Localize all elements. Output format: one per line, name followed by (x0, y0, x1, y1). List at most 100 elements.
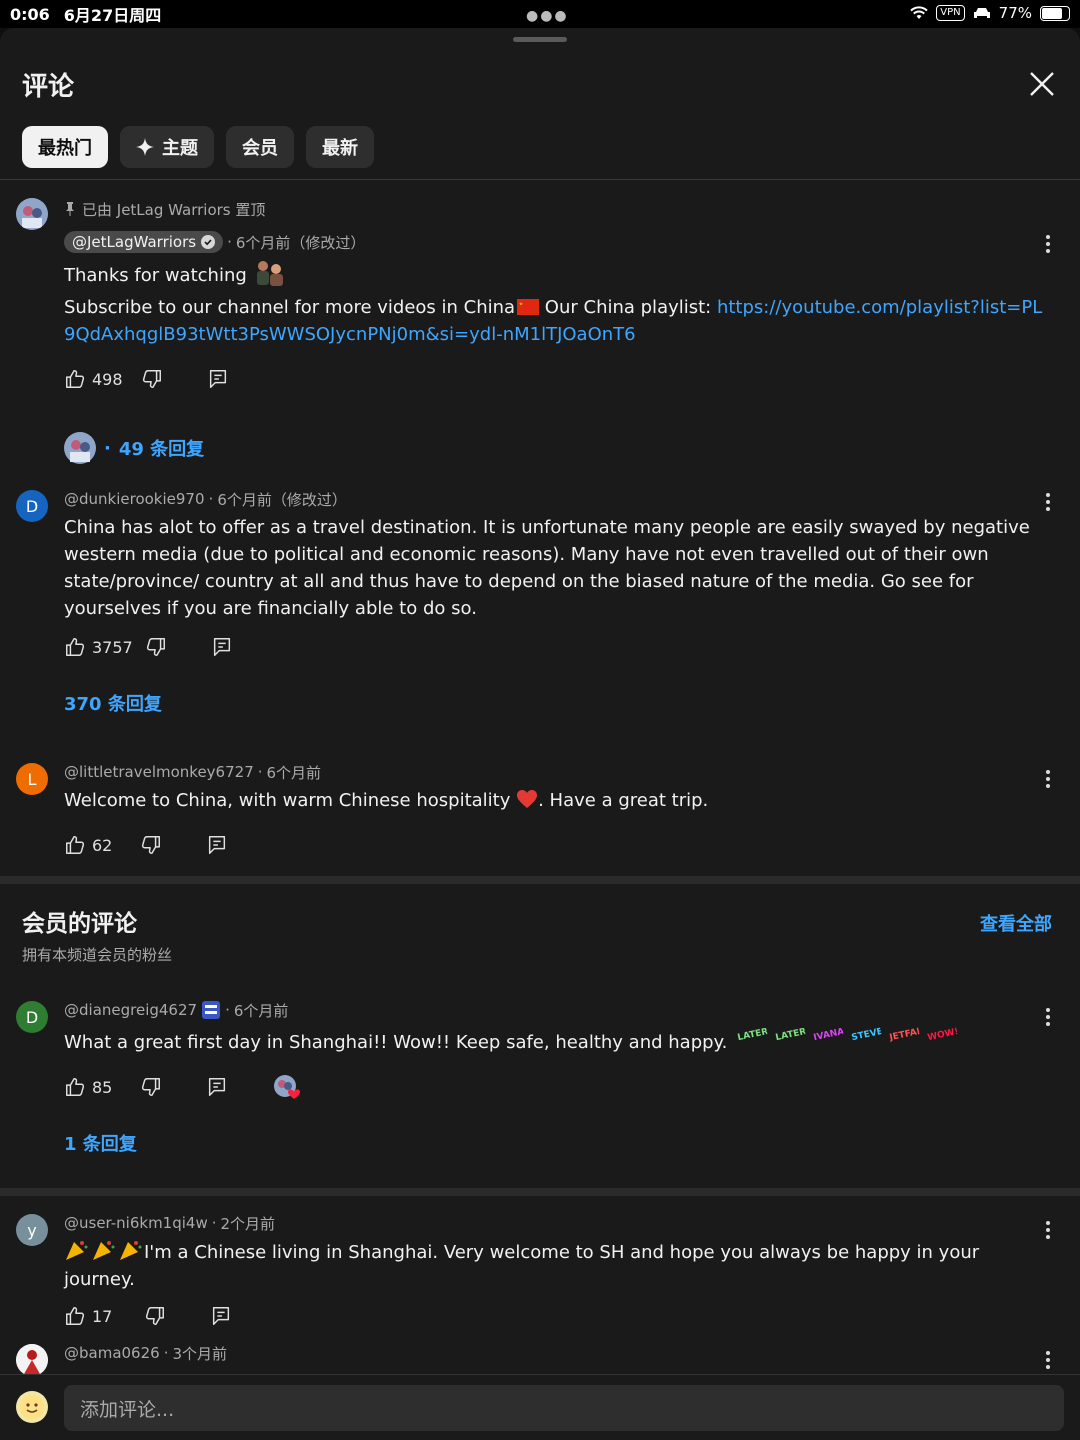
more-options-icon[interactable] (1040, 232, 1056, 256)
battery-percent: 77% (998, 4, 1032, 22)
divider (0, 179, 1080, 180)
more-options-icon[interactable] (1040, 490, 1056, 514)
sparkle-icon (136, 138, 154, 156)
comment-actions: 498 (64, 364, 1044, 394)
more-options-icon[interactable] (1040, 1218, 1056, 1242)
wifi-icon (910, 6, 928, 19)
comment-composer: 添加评论... (0, 1374, 1080, 1440)
later-sticker-icon: LATER (774, 1027, 808, 1044)
comment-text: Welcome to China, with warm Chinese hosp… (64, 790, 709, 811)
dislike-button[interactable] (140, 1076, 162, 1098)
close-icon[interactable] (1026, 68, 1058, 100)
members-section-title: 会员的评论 (22, 911, 137, 937)
reply-icon (213, 1307, 230, 1325)
chip-top[interactable]: 最热门 (22, 126, 108, 168)
dislike-button[interactable] (145, 636, 167, 658)
creator-handle[interactable]: @JetLagWarriors (64, 231, 224, 253)
comment-author[interactable]: @bama0626 (64, 1344, 160, 1362)
replies-toggle[interactable]: · 49 条回复 (64, 432, 1044, 464)
like-count: 3757 (92, 637, 133, 657)
like-button[interactable]: 3757 (64, 636, 133, 658)
thumbs-up-icon (66, 370, 85, 388)
status-bar: 0:06 6月27日周四 ●●● VPN 77% (0, 0, 1080, 28)
comment-actions: 62 (64, 830, 1044, 860)
like-count: 498 (92, 369, 123, 389)
see-all-button[interactable]: 查看全部 (980, 910, 1052, 936)
reply-button[interactable] (210, 1305, 232, 1327)
comment-author[interactable]: @user-ni6km1qi4w (64, 1214, 208, 1232)
comment-text: Thanks for watching Subscribe to our cha… (64, 257, 1044, 348)
comment-author[interactable]: @littletravelmonkey6727 (64, 763, 254, 781)
more-options-icon[interactable] (1040, 767, 1056, 791)
verified-icon (201, 235, 216, 249)
comment-text: What a great first day in Shanghai!! Wow… (64, 1027, 1044, 1056)
thumbs-down-icon (146, 1307, 165, 1325)
jetfam-sticker-icon: JETFAM (888, 1027, 924, 1044)
wow-sticker-icon: WOW! (926, 1027, 960, 1044)
comment-time: 6个月前（修改过） (217, 490, 347, 509)
people-emoji-icon (256, 261, 283, 286)
later-sticker-icon: LATER (736, 1027, 770, 1044)
multitasking-dots[interactable]: ●●● (526, 8, 569, 24)
members-section-subtitle: 拥有本频道会员的粉丝 (22, 946, 173, 964)
status-time: 0:06 (10, 4, 50, 24)
comment-time: 6个月前 (233, 1001, 289, 1020)
thumbs-down-icon (142, 370, 161, 388)
replies-toggle[interactable]: 370 条回复 (64, 690, 1044, 716)
avatar[interactable]: y (16, 1214, 48, 1246)
pinned-label: 已由 JetLag Warriors 置顶 (64, 198, 1044, 220)
member-badge-icon (202, 1001, 221, 1019)
comment-author[interactable]: @dianegreig4627 (64, 1001, 197, 1019)
comment-author[interactable]: @dunkierookie970 (64, 490, 205, 508)
comment-time: 6个月前（修改过） (235, 233, 366, 252)
chip-members[interactable]: 会员 (226, 126, 294, 168)
comment-text: I'm a Chinese living in Shanghai. Very w… (64, 1238, 1044, 1293)
reply-icon (213, 638, 230, 656)
thumbs-up-icon (66, 836, 85, 854)
like-button[interactable]: 17 (64, 1305, 112, 1327)
thumbs-up-icon (66, 1078, 85, 1096)
reply-icon (209, 1078, 226, 1096)
more-options-icon[interactable] (1040, 1005, 1056, 1029)
status-date: 6月27日周四 (63, 6, 162, 25)
more-options-icon[interactable] (1040, 1348, 1056, 1372)
battery-icon (1040, 5, 1070, 21)
reply-button[interactable] (206, 834, 228, 856)
vpn-badge: VPN (936, 5, 965, 21)
reply-button[interactable] (207, 368, 229, 390)
sheet-drag-handle[interactable] (513, 37, 567, 42)
like-count: 17 (92, 1306, 113, 1326)
dislike-button[interactable] (140, 834, 162, 856)
thumbs-down-icon (142, 1078, 161, 1096)
my-avatar[interactable] (16, 1391, 48, 1423)
comment-actions: 17 (64, 1301, 1044, 1331)
like-button[interactable]: 498 (64, 368, 123, 390)
section-divider (0, 1188, 1080, 1196)
reply-icon (209, 370, 226, 388)
avatar[interactable]: D (16, 1001, 48, 1033)
comment-time: 6个月前 (266, 763, 322, 782)
filter-chips: 最热门 主题 会员 最新 (22, 126, 374, 168)
thumbs-down-icon (142, 836, 161, 854)
chip-newest[interactable]: 最新 (306, 126, 374, 168)
like-count: 62 (92, 835, 113, 855)
like-count: 85 (92, 1077, 113, 1097)
avatar[interactable]: D (16, 490, 48, 522)
reply-button[interactable] (211, 636, 233, 658)
dislike-button[interactable] (144, 1305, 166, 1327)
chip-topics[interactable]: 主题 (120, 126, 214, 168)
section-divider (0, 876, 1080, 884)
thumbs-down-icon (146, 638, 165, 656)
comment-text: China has alot to offer as a travel dest… (64, 517, 1030, 619)
reply-button[interactable] (206, 1076, 228, 1098)
avatar[interactable] (16, 198, 48, 230)
ivana-sticker-icon: IVANA (812, 1027, 846, 1044)
steve-sticker-icon: STEVE (850, 1027, 885, 1044)
like-button[interactable]: 85 (64, 1076, 112, 1098)
avatar[interactable] (16, 1344, 48, 1376)
like-button[interactable]: 62 (64, 834, 112, 856)
avatar[interactable]: L (16, 763, 48, 795)
add-comment-input[interactable]: 添加评论... (64, 1385, 1064, 1431)
dislike-button[interactable] (141, 368, 163, 390)
replies-toggle[interactable]: 1 条回复 (64, 1130, 1044, 1156)
